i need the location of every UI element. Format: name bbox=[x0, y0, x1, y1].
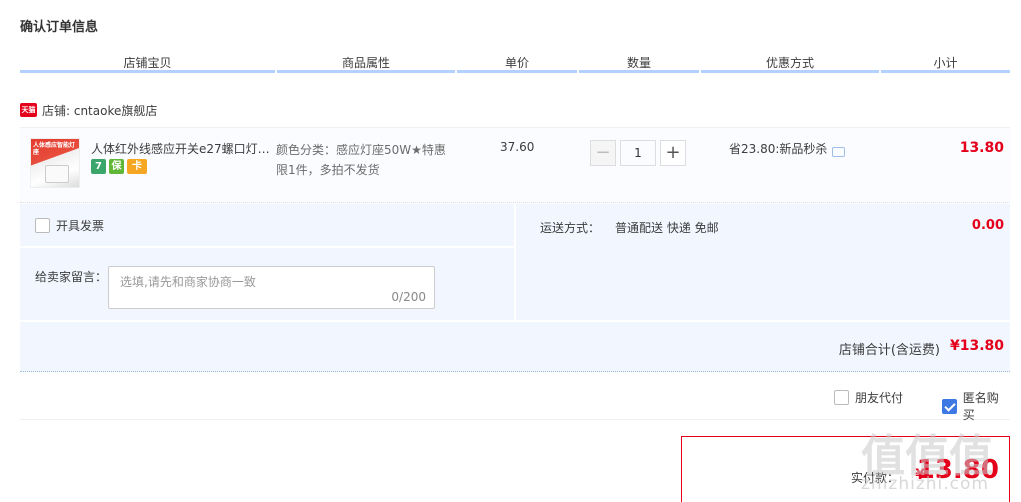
service-badges: 7 保 卡 bbox=[91, 159, 147, 174]
shipping-fee: 0.00 bbox=[971, 218, 1004, 233]
seller-message-label: 给卖家留言： bbox=[35, 270, 108, 284]
order-extras-panel: 开具发票 给卖家留言： 选填,请先和商家协商一致 0/200 运送方式： 普通配… bbox=[20, 204, 1010, 320]
seller-message-placeholder: 选填,请先和商家协商一致 bbox=[120, 275, 256, 289]
amount-due-label: 实付款： bbox=[850, 471, 899, 485]
quantity-input[interactable]: 1 bbox=[620, 140, 656, 166]
discount-text: 省23.80:新品秒杀 bbox=[729, 142, 828, 156]
item-subtotal: 13.80 bbox=[959, 140, 1004, 156]
shipping-method-label: 运送方式： bbox=[540, 221, 601, 235]
guarantee-icon[interactable]: 保 bbox=[109, 159, 124, 174]
discount-info: 省23.80:新品秒杀 bbox=[729, 140, 846, 157]
table-header: 店铺宝贝 商品属性 单价 数量 优惠方式 小计 bbox=[20, 56, 1010, 76]
quantity-decrease-button[interactable]: − bbox=[590, 140, 616, 166]
product-attributes: 颜色分类：感应灯座50W★特惠 限1件，多拍不发货 bbox=[276, 140, 456, 180]
anonymous-purchase-label: 匿名购买 bbox=[962, 391, 999, 422]
order-item-row: 人体感应智能灯座 人体红外线感应开关e27螺口灯… 7 保 卡 颜色分类：感应灯… bbox=[20, 127, 1010, 203]
column-header-shop-item: 店铺宝贝 bbox=[20, 56, 275, 73]
seller-message-textarea[interactable]: 选填,请先和商家协商一致 0/200 bbox=[108, 266, 435, 309]
anonymous-purchase-checkbox[interactable] bbox=[942, 398, 957, 414]
lamp-holder-image bbox=[45, 165, 69, 183]
thumbnail-caption: 人体感应智能灯座 bbox=[33, 142, 76, 156]
column-header-price: 单价 bbox=[457, 56, 577, 73]
shop-total-label: 店铺合计(含运费) bbox=[838, 343, 940, 358]
unit-price: 37.60 bbox=[500, 140, 535, 154]
shop-total-value: ¥13.80 bbox=[949, 338, 1004, 354]
shop-total-row: 店铺合计(含运费) ¥13.80 bbox=[20, 322, 1010, 372]
column-header-quantity: 数量 bbox=[579, 56, 699, 73]
invoice-option: 开具发票 bbox=[20, 204, 514, 248]
shop-row: 天猫 店铺: cntaoke旗舰店 bbox=[20, 101, 157, 119]
invoice-label: 开具发票 bbox=[56, 218, 105, 233]
attribute-line: 限1件，多拍不发货 bbox=[276, 163, 380, 177]
amount-due-value: 13.80 bbox=[916, 455, 999, 485]
payment-options: 朋友代付 匿名购买 bbox=[20, 386, 1010, 423]
quantity-increase-button[interactable]: + bbox=[660, 140, 686, 166]
quantity-stepper: − 1 + bbox=[590, 140, 686, 166]
friend-pay-checkbox[interactable] bbox=[834, 390, 849, 405]
invoice-checkbox[interactable] bbox=[35, 217, 50, 233]
shipping-method-value: 普通配送 快递 免邮 bbox=[615, 221, 719, 235]
column-header-attributes: 商品属性 bbox=[277, 56, 455, 73]
tmall-icon: 天猫 bbox=[20, 103, 37, 117]
credit-card-icon[interactable]: 卡 bbox=[127, 159, 147, 174]
column-header-subtotal: 小计 bbox=[881, 56, 1010, 73]
shipping-panel: 运送方式： 普通配送 快递 免邮 0.00 bbox=[516, 204, 1010, 320]
friend-pay-option[interactable]: 朋友代付 bbox=[834, 389, 903, 406]
chat-bubble-icon[interactable] bbox=[832, 147, 846, 157]
column-header-discount: 优惠方式 bbox=[701, 56, 879, 73]
payment-summary-box: 实付款： ¥ 13.80 bbox=[681, 436, 1010, 502]
friend-pay-label: 朋友代付 bbox=[855, 391, 904, 405]
extras-left: 开具发票 给卖家留言： 选填,请先和商家协商一致 0/200 bbox=[20, 204, 514, 320]
product-title-link[interactable]: 人体红外线感应开关e27螺口灯… bbox=[91, 140, 271, 157]
attribute-line: 颜色分类：感应灯座50W★特惠 bbox=[276, 143, 446, 157]
anonymous-purchase-option[interactable]: 匿名购买 bbox=[942, 389, 1010, 423]
shop-name-link[interactable]: 店铺: cntaoke旗舰店 bbox=[42, 102, 157, 119]
character-counter: 0/200 bbox=[391, 290, 426, 304]
seven-day-return-icon[interactable]: 7 bbox=[91, 159, 106, 174]
page-title: 确认订单信息 bbox=[20, 20, 99, 35]
product-thumbnail[interactable]: 人体感应智能灯座 bbox=[30, 138, 80, 188]
